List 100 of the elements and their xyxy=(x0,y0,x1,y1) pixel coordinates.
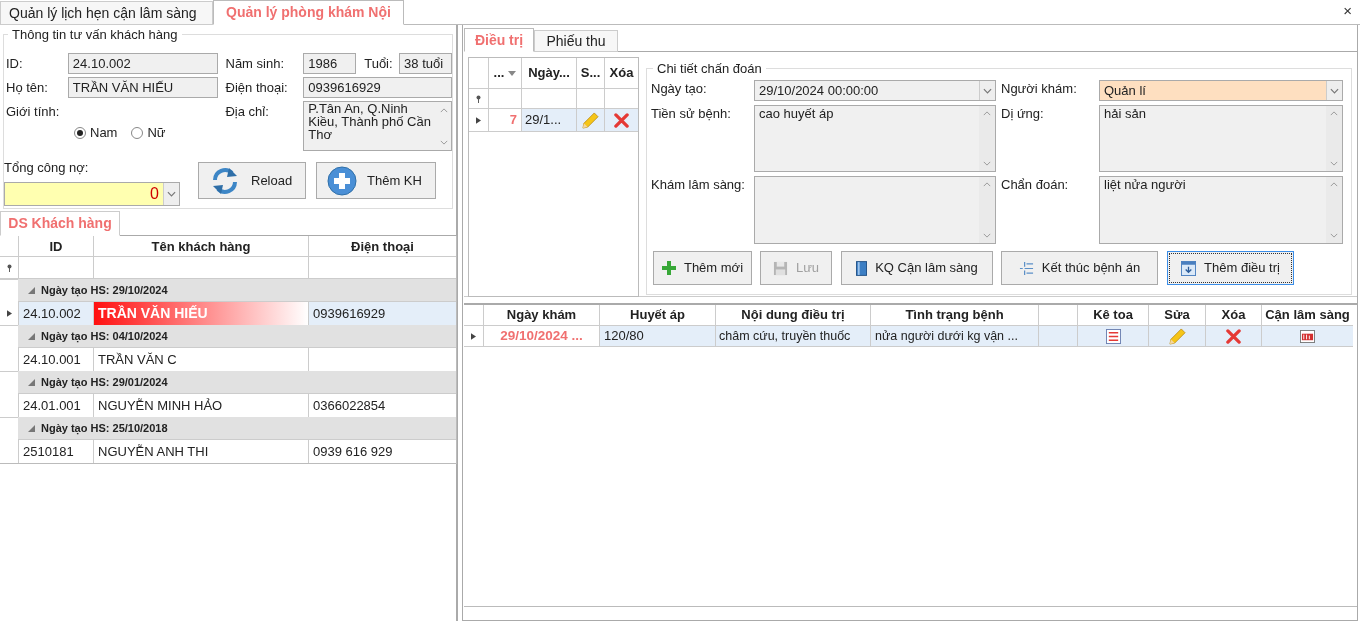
collapse-icon xyxy=(28,332,35,340)
table-cell: 29/1... xyxy=(521,109,576,132)
id-field[interactable]: 24.10.002 xyxy=(67,53,218,74)
scroll-down-icon xyxy=(983,233,991,238)
column-header[interactable]: Tên khách hàng xyxy=(93,236,308,257)
table-cell: 7 xyxy=(488,109,521,132)
action-button[interactable]: KQ Cận lâm sàng xyxy=(841,251,993,285)
field-label: Chẩn đoán: xyxy=(1001,176,1070,194)
table-cell: 0939616929 xyxy=(308,301,456,325)
plus-circle-icon xyxy=(327,165,357,196)
action-button[interactable]: Thêm mới xyxy=(653,251,752,285)
table-cell: 24.10.001 xyxy=(18,347,93,371)
sort-icon xyxy=(508,70,517,76)
birth-year-field[interactable]: 1986 xyxy=(303,53,357,74)
delete-icon[interactable] xyxy=(614,112,629,128)
download-box-icon xyxy=(1181,260,1197,276)
field-label: Giới tính: xyxy=(6,103,61,121)
field-label: Ngày tạo: xyxy=(651,80,708,98)
scroll-up-icon xyxy=(440,108,448,113)
column-header[interactable]: Ngày... xyxy=(521,58,576,89)
name-field[interactable]: TRẦN VĂN HIẾU xyxy=(67,77,218,98)
delete-icon[interactable] xyxy=(1226,328,1241,344)
scroll-up-icon xyxy=(1330,111,1338,116)
debt-field[interactable]: 0 xyxy=(4,182,180,206)
radio-button[interactable]: Nữ xyxy=(131,123,166,143)
close-button[interactable]: × xyxy=(1343,2,1352,20)
filter-pin-icon xyxy=(6,263,12,272)
table-cell: TRẦN VĂN HIẾU xyxy=(93,301,308,325)
table-cell: NGUYỄN ANH THI xyxy=(93,439,308,463)
age-field[interactable]: 38 tuổi xyxy=(399,53,452,74)
dropdown-icon xyxy=(167,191,176,197)
table-cell: 24.01.001 xyxy=(18,393,93,417)
field-label: ID: xyxy=(6,55,24,73)
row-indicator-icon xyxy=(6,309,12,317)
group-row[interactable]: Ngày tạo HS: 04/10/2024 xyxy=(18,325,456,347)
field-label: Người khám: xyxy=(1001,80,1078,98)
field-label: Khám lâm sàng: xyxy=(651,176,746,194)
column-header[interactable]: Xóa xyxy=(604,58,638,89)
tab[interactable]: Quản lý lịch hẹn cận lâm sàng xyxy=(0,1,213,25)
pencil-icon[interactable] xyxy=(582,111,599,129)
scroll-up-icon xyxy=(1330,182,1338,187)
field-label: Dị ứng: xyxy=(1001,105,1045,123)
report-icon[interactable] xyxy=(1300,329,1315,343)
phone-field[interactable]: 0939616929 xyxy=(303,77,452,98)
table-cell: 29/10/2024 ... xyxy=(483,326,599,347)
dropdown-field[interactable]: Quản lí xyxy=(1099,80,1343,101)
tab[interactable]: Phiếu thu xyxy=(534,30,618,52)
text-area[interactable]: liệt nửa người xyxy=(1099,176,1343,244)
field-label: Tuổi: xyxy=(364,55,394,73)
column-header[interactable]: S... xyxy=(576,58,604,89)
dropdown-icon xyxy=(1330,87,1339,94)
collapse-icon xyxy=(28,378,35,386)
action-button[interactable]: Thêm KH xyxy=(316,162,436,199)
action-button[interactable]: Reload xyxy=(198,162,306,199)
text-area[interactable] xyxy=(754,176,996,244)
scroll-down-icon xyxy=(1330,233,1338,238)
book-icon xyxy=(856,260,868,276)
field-label: Tiền sử bệnh: xyxy=(651,105,732,123)
field-label: Điện thoại: xyxy=(225,79,289,97)
table-cell: 0366022854 xyxy=(308,393,456,417)
collapse-icon xyxy=(28,286,35,294)
dropdown-icon xyxy=(983,87,992,94)
scroll-down-icon xyxy=(1330,161,1338,166)
group-row[interactable]: Ngày tạo HS: 29/10/2024 xyxy=(18,279,456,301)
column-header[interactable]: Điện thoại xyxy=(308,236,456,257)
scroll-up-icon xyxy=(983,182,991,187)
row-indicator-icon xyxy=(471,332,476,340)
table-cell: 120/80 xyxy=(599,326,715,347)
scroll-up-icon xyxy=(983,111,991,116)
row-indicator-icon xyxy=(476,116,481,124)
table-cell: 0939 616 929 xyxy=(308,439,456,463)
action-button[interactable]: Kết thúc bệnh án xyxy=(1001,251,1158,285)
column-header[interactable]: ... xyxy=(488,58,521,89)
table-cell: nửa người dưới kg vận ... xyxy=(870,326,1038,347)
table-cell: 24.10.002 xyxy=(18,301,93,325)
group-row[interactable]: Ngày tạo HS: 25/10/2018 xyxy=(18,417,456,439)
filter-pin-icon xyxy=(476,94,481,103)
address-field[interactable]: P.Tân An, Q.Ninh Kiều, Thành phố Cần Thơ xyxy=(303,101,452,151)
group-row[interactable]: Ngày tạo HS: 29/01/2024 xyxy=(18,371,456,393)
dropdown-field[interactable]: 29/10/2024 00:00:00 xyxy=(754,80,996,101)
split-icon xyxy=(1018,260,1034,276)
action-button[interactable]: Thêm điều trị xyxy=(1167,251,1294,285)
table-cell: 2510181 xyxy=(18,439,93,463)
group-title: Chi tiết chấn đoán xyxy=(653,61,766,76)
group-title: Thông tin tư vấn khách hàng xyxy=(8,27,182,42)
field-label: Họ tên: xyxy=(6,79,49,97)
column-header[interactable]: ID xyxy=(18,236,93,257)
text-area[interactable]: hải sản xyxy=(1099,105,1343,172)
field-label: Tổng công nợ: xyxy=(4,159,90,177)
pencil-icon[interactable] xyxy=(1168,327,1186,345)
radio-button[interactable]: Nam xyxy=(74,123,118,143)
scroll-down-icon xyxy=(440,140,448,145)
text-area[interactable]: cao huyết áp xyxy=(754,105,996,172)
list-icon[interactable] xyxy=(1105,328,1121,344)
table-cell: châm cứu, truyền thuốc xyxy=(715,326,870,347)
plus-icon xyxy=(661,261,676,275)
field-label: Năm sinh: xyxy=(225,55,286,73)
table-cell: NGUYỄN MINH HẢO xyxy=(93,393,308,417)
table-cell: TRẦN VĂN C xyxy=(93,347,308,371)
scroll-down-icon xyxy=(983,161,991,166)
